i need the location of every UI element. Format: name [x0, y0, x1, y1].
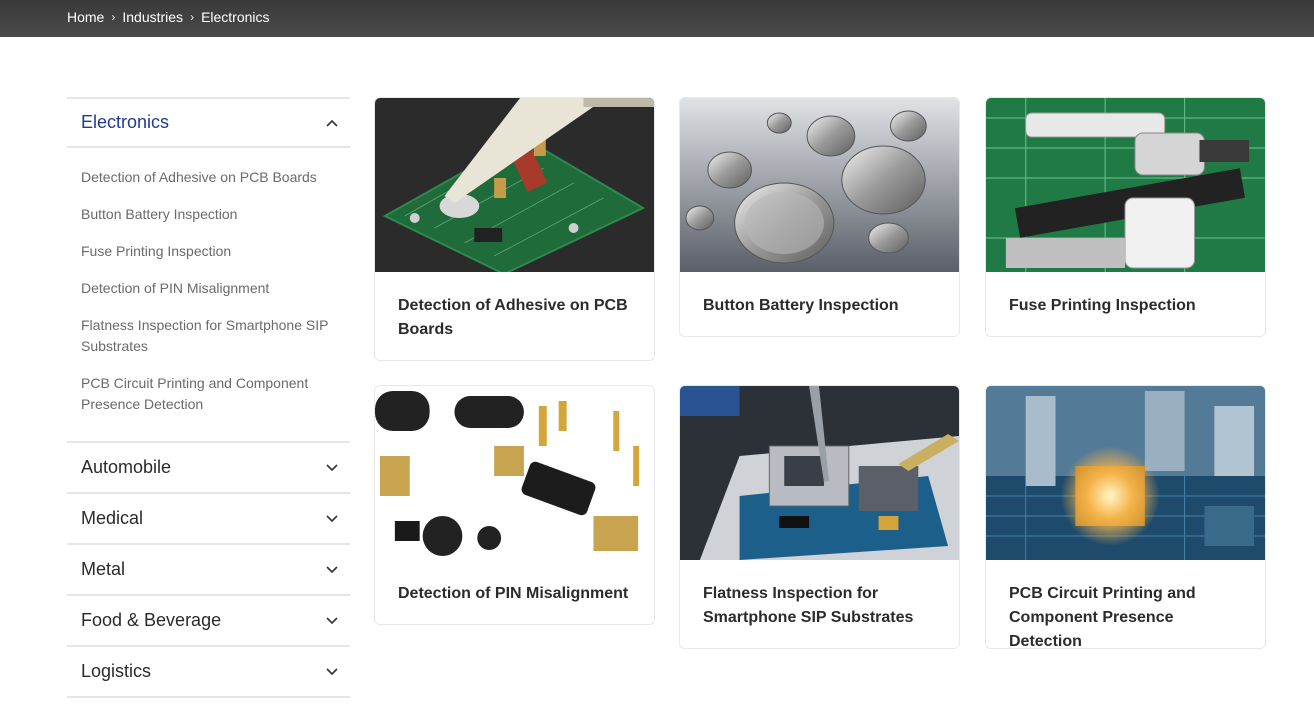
category-medical: Medical	[67, 492, 350, 543]
category-metal: Metal	[67, 543, 350, 594]
sidebar-item-adhesive[interactable]: Detection of Adhesive on PCB Boards	[81, 167, 336, 188]
category-label: Electronics	[81, 112, 170, 132]
card-title: PCB Circuit Printing and Component Prese…	[1009, 585, 1196, 649]
card-adhesive-pcb[interactable]: Detection of Adhesive on PCB Boards	[374, 97, 655, 361]
chevron-down-icon[interactable]	[326, 564, 338, 576]
breadcrumb-bar: Home › Industries › Electronics	[0, 0, 1314, 37]
category-label: Food & Beverage	[81, 610, 222, 630]
card-pcb-printing[interactable]: PCB Circuit Printing and Component Prese…	[985, 385, 1266, 649]
category-logistics-header[interactable]: Logistics	[67, 647, 350, 696]
category-medical-header[interactable]: Medical	[67, 494, 350, 543]
category-food-beverage-header[interactable]: Food & Beverage	[67, 596, 350, 645]
chevron-down-icon[interactable]	[326, 513, 338, 525]
chevron-down-icon[interactable]	[326, 462, 338, 474]
breadcrumb-industries-link[interactable]: Industries	[122, 9, 183, 25]
breadcrumb-home-link[interactable]: Home	[67, 9, 104, 25]
card-button-battery[interactable]: Button Battery Inspection	[679, 97, 960, 337]
category-automobile-header[interactable]: Automobile	[67, 443, 350, 492]
fuse-printing-image	[986, 98, 1265, 272]
sidebar-item-button-battery[interactable]: Button Battery Inspection	[81, 204, 336, 225]
chevron-up-icon[interactable]	[326, 117, 338, 129]
category-food-beverage: Food & Beverage	[67, 594, 350, 645]
sidebar-item-pin-misalignment[interactable]: Detection of PIN Misalignment	[81, 278, 336, 299]
breadcrumb-current[interactable]: Electronics	[201, 9, 269, 25]
category-electronics: Electronics Detection of Adhesive on PCB…	[67, 97, 350, 441]
category-label: Metal	[81, 559, 126, 579]
category-label: Automobile	[81, 457, 172, 477]
category-automobile: Automobile	[67, 441, 350, 492]
breadcrumb: Home › Industries › Electronics	[67, 0, 270, 33]
card-title: Detection of PIN Misalignment	[398, 585, 629, 602]
sidebar-item-fuse-printing[interactable]: Fuse Printing Inspection	[81, 241, 336, 262]
electronics-sublist: Detection of Adhesive on PCB Boards Butt…	[67, 148, 350, 441]
sidebar-item-sip-flatness[interactable]: Flatness Inspection for Smartphone SIP S…	[81, 315, 336, 357]
card-pin-misalignment[interactable]: Detection of PIN Misalignment	[374, 385, 655, 625]
card-fuse-printing[interactable]: Fuse Printing Inspection	[985, 97, 1266, 337]
card-title: Fuse Printing Inspection	[1009, 297, 1196, 314]
chevron-down-icon[interactable]	[326, 666, 338, 678]
chevron-right-icon: ›	[190, 9, 195, 24]
adhesive-pcb-image	[375, 98, 654, 272]
card-sip-flatness[interactable]: Flatness Inspection for Smartphone SIP S…	[679, 385, 960, 649]
pin-misalignment-image	[375, 386, 654, 560]
category-sidebar: Electronics Detection of Adhesive on PCB…	[67, 97, 350, 698]
category-metal-header[interactable]: Metal	[67, 545, 350, 594]
card-title: Flatness Inspection for Smartphone SIP S…	[703, 585, 914, 626]
category-electronics-header[interactable]: Electronics	[67, 99, 350, 148]
category-label: Medical	[81, 508, 144, 528]
chevron-down-icon[interactable]	[326, 615, 338, 627]
card-title: Detection of Adhesive on PCB Boards	[398, 297, 628, 338]
category-label: Logistics	[81, 661, 152, 681]
chevron-right-icon: ›	[111, 9, 116, 24]
category-logistics: Logistics	[67, 645, 350, 698]
sip-flatness-image	[680, 386, 959, 560]
sidebar-item-pcb-printing[interactable]: PCB Circuit Printing and Component Prese…	[81, 373, 336, 415]
pcb-printing-image	[986, 386, 1265, 560]
button-battery-image	[680, 98, 959, 272]
card-title: Button Battery Inspection	[703, 297, 899, 314]
